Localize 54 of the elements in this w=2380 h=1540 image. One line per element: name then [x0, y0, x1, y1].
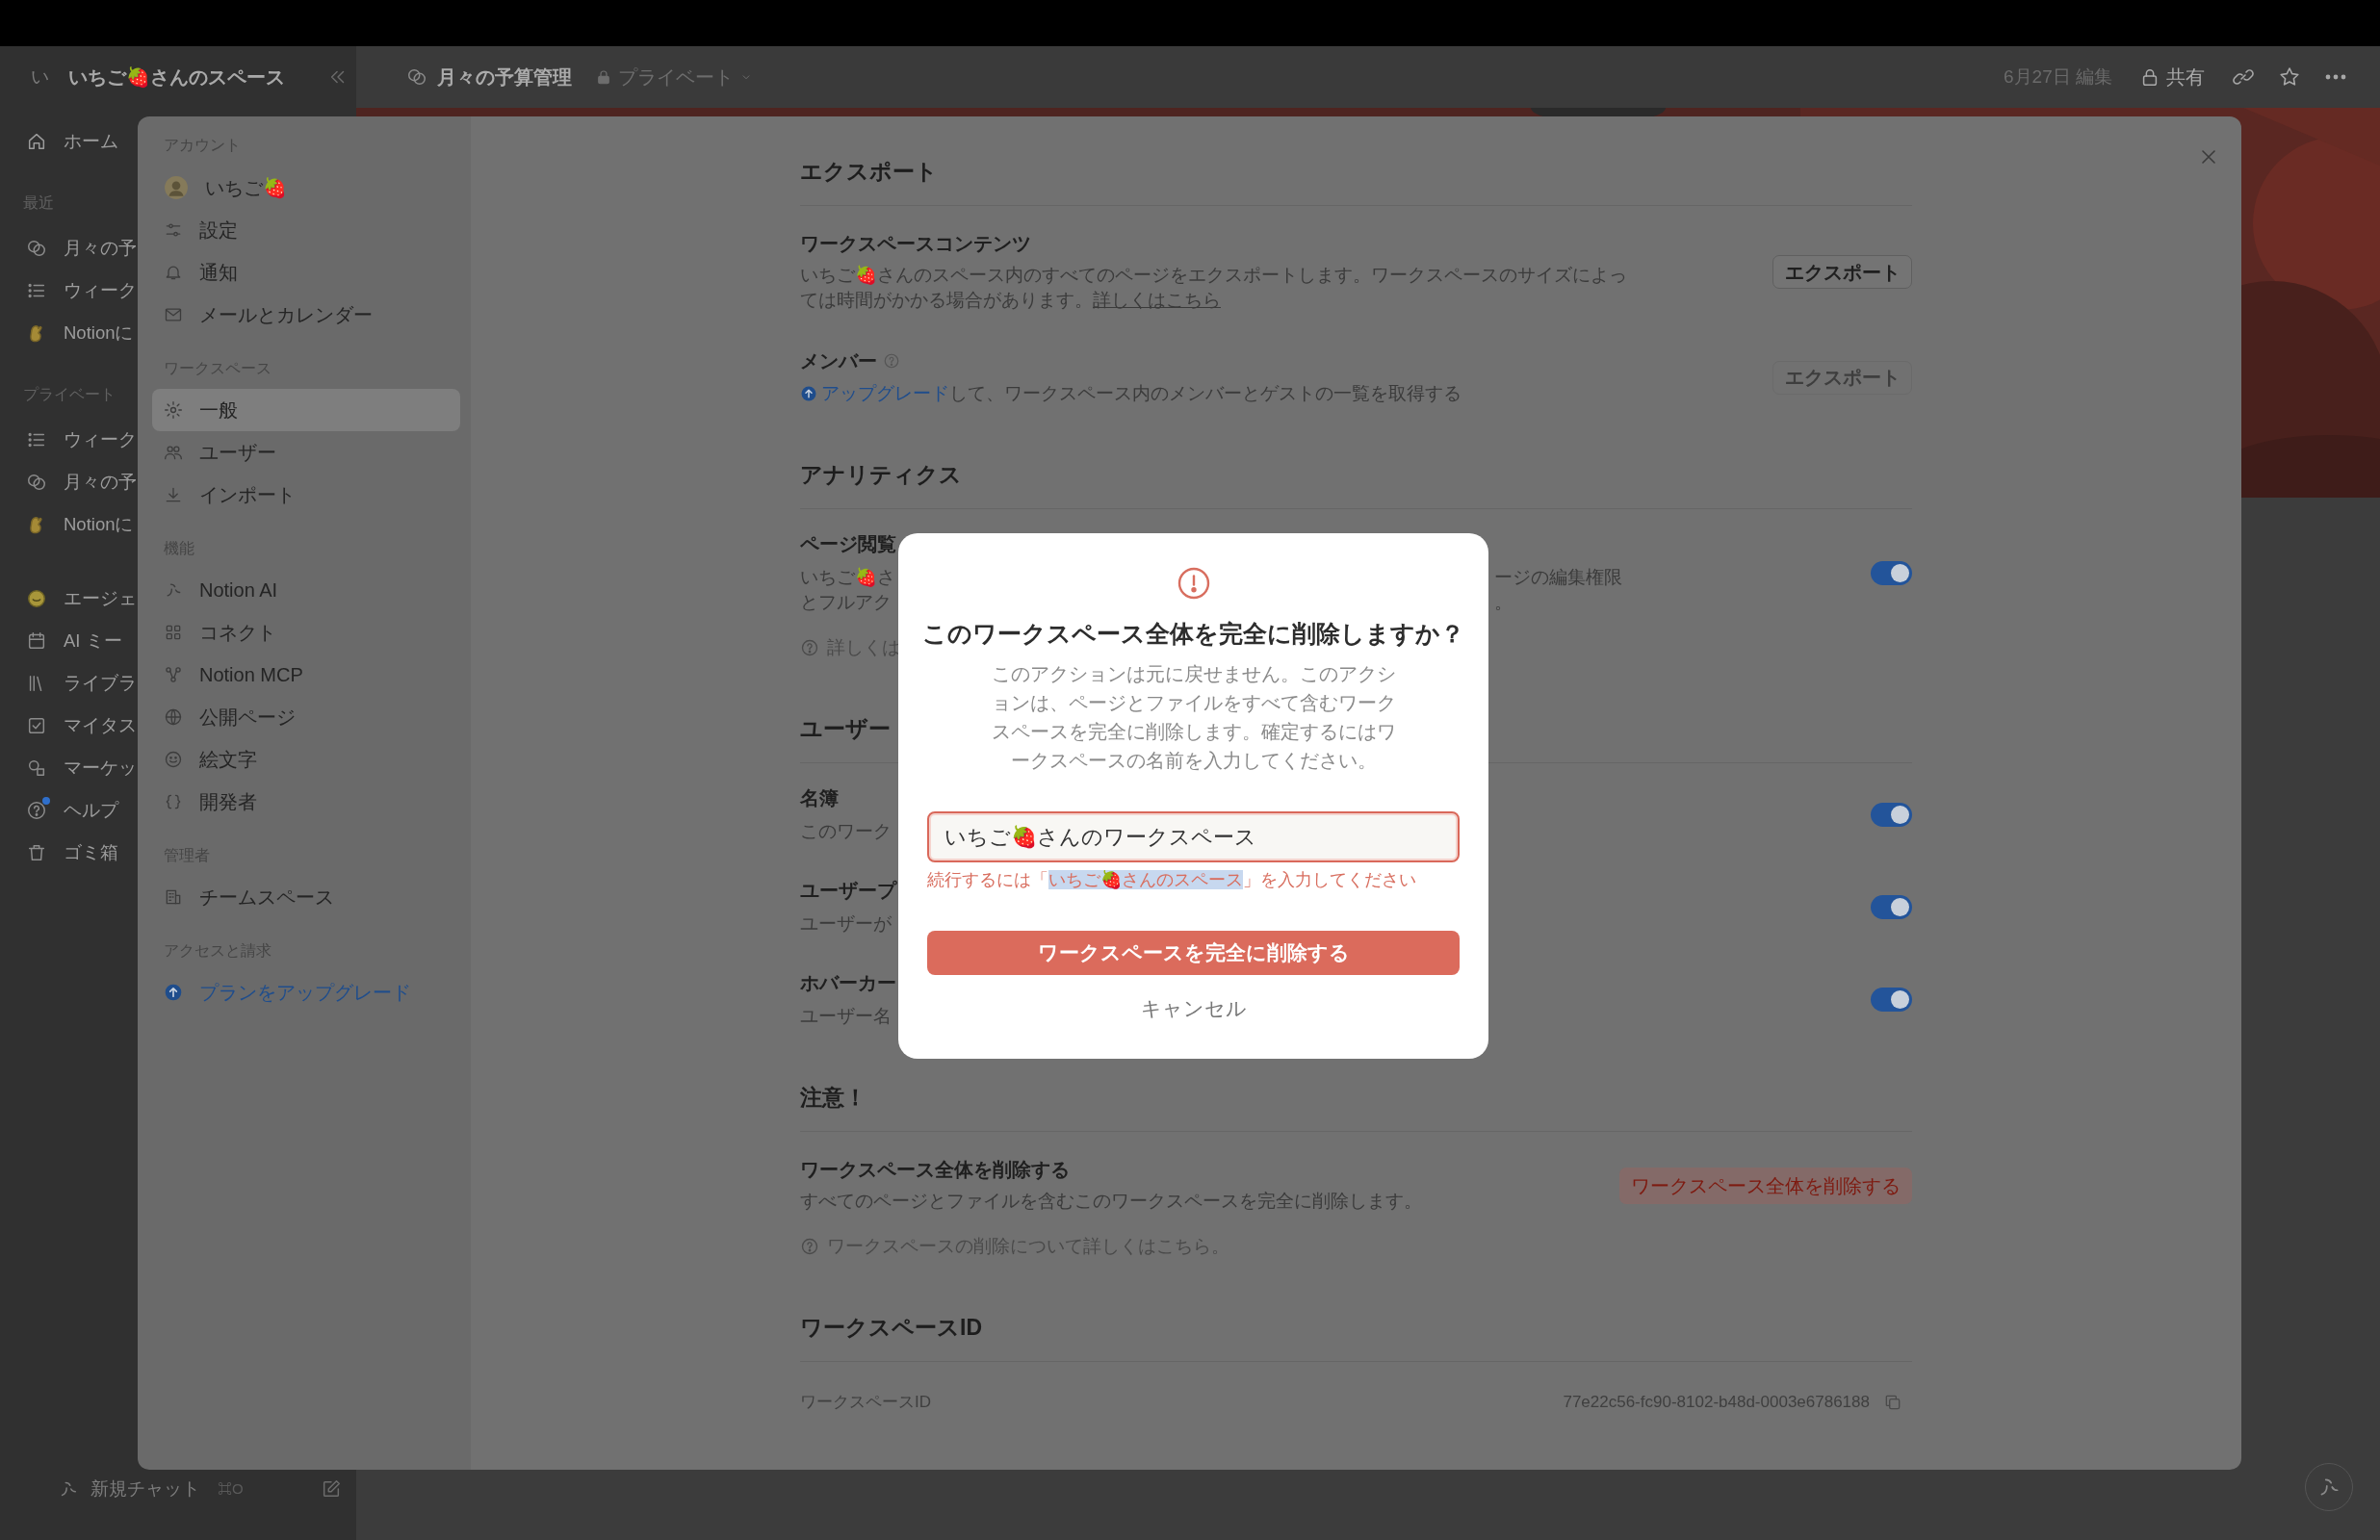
settings-nav-item[interactable]: 設定: [152, 209, 460, 251]
settings-nav-item[interactable]: 開発者: [152, 781, 460, 823]
settings-nav-item[interactable]: インポート: [152, 474, 460, 516]
row-description: 。: [1494, 592, 1513, 612]
sidebar-item[interactable]: AI ミー: [0, 620, 122, 662]
dialog-title: このワークスペース全体を完全に削除しますか？: [922, 619, 1464, 649]
settings-nav-item[interactable]: いちご🍓: [152, 167, 460, 209]
workspace-name-field[interactable]: いちご🍓さんのワークスペース: [927, 811, 1460, 862]
row-title: ホバーカー: [800, 971, 896, 995]
confirm-delete-button[interactable]: ワークスペースを完全に削除する: [927, 931, 1460, 975]
page-title: 月々の予算管理: [437, 65, 572, 90]
settings-nav-item[interactable]: Notion MCP: [152, 654, 460, 696]
row-title: ワークスペースコンテンツ: [800, 232, 1031, 256]
settings-nav-item[interactable]: 通知: [152, 251, 460, 294]
sidebar-item[interactable]: マイタス: [0, 705, 137, 747]
section-heading: 注意！: [800, 1084, 867, 1112]
sidebar-item[interactable]: ライブラ: [0, 662, 137, 705]
workspace-initial: い: [31, 64, 49, 89]
row-title: ユーザープ: [800, 879, 896, 903]
section-heading: ユーザー: [800, 715, 891, 743]
section-heading: ワークスペースID: [800, 1314, 982, 1342]
cancel-button[interactable]: キャンセル: [1140, 994, 1247, 1023]
row-title: ページ閲覧: [800, 532, 896, 556]
delete-workspace-button[interactable]: ワークスペース全体を削除する: [1619, 1167, 1912, 1204]
sidebar-item[interactable]: ホーム: [0, 120, 118, 163]
settings-nav-item[interactable]: コネクト: [152, 611, 460, 654]
settings-nav-item[interactable]: 一般: [152, 389, 460, 431]
dialog-message: このアクションは元に戻せません。このアクションは、ページとファイルをすべて含むワークスペースを完全に削除します。確定するにはワークスペースの名前を入力してください。: [990, 662, 1397, 773]
section-heading: エクスポート: [800, 158, 938, 186]
sidebar-item[interactable]: 月々の予: [0, 461, 137, 503]
sidebar-item[interactable]: Notionに: [0, 312, 134, 354]
sidebar-item[interactable]: ウィーク: [0, 419, 137, 461]
sidebar-item[interactable]: ゴミ箱: [0, 832, 118, 874]
new-chat-button[interactable]: 新規チャット: [58, 1475, 200, 1503]
workspace-name: いちご🍓さんのスペース: [68, 65, 285, 90]
settings-nav-item[interactable]: メールとカレンダー: [152, 294, 460, 336]
sidebar-item[interactable]: ヘルプ: [0, 789, 118, 832]
settings-nav-item[interactable]: チームスペース: [152, 876, 460, 918]
settings-nav-item[interactable]: Notion AI: [152, 569, 460, 611]
sidebar-item[interactable]: 月々の予: [0, 227, 137, 270]
settings-nav-item[interactable]: 絵文字: [152, 738, 460, 781]
row-title: 名簿: [800, 786, 839, 810]
row-title: メンバー: [800, 349, 877, 373]
section-heading: アナリティクス: [800, 461, 962, 489]
sidebar-item[interactable]: エージェ: [0, 578, 137, 620]
settings-nav-item[interactable]: 公開ページ: [152, 696, 460, 738]
sidebar-item[interactable]: ウィーク: [0, 270, 137, 312]
sidebar-item[interactable]: Notionに: [0, 503, 134, 546]
export-button[interactable]: エクスポート: [1772, 255, 1912, 289]
row-title: ワークスペース全体を削除する: [800, 1158, 1070, 1182]
share-button[interactable]: 共有: [2139, 63, 2205, 91]
error-message: 続行するには「いちご🍓さんのスペース」を入力してください: [927, 869, 1416, 891]
settings-nav-item[interactable]: ユーザー: [152, 431, 460, 474]
sidebar-item[interactable]: マーケッ: [0, 747, 137, 789]
